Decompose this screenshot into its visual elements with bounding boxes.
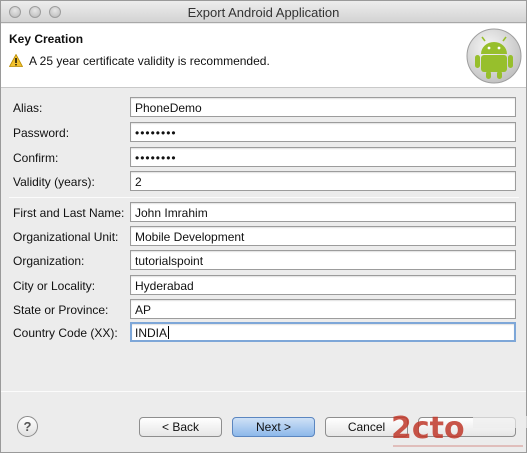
name-label: First and Last Name: xyxy=(13,206,125,220)
section-divider xyxy=(9,197,519,198)
organization-field[interactable]: tutorialspoint xyxy=(130,250,516,270)
android-logo xyxy=(466,28,522,84)
password-row: Password: •••••••• xyxy=(1,122,526,144)
state-label: State or Province: xyxy=(13,303,109,317)
title-bar: Export Android Application xyxy=(1,1,526,23)
confirm-row: Confirm: •••••••• xyxy=(1,147,526,169)
password-label: Password: xyxy=(13,126,70,140)
country-code-field[interactable]: INDIA xyxy=(130,322,516,342)
alias-field[interactable]: PhoneDemo xyxy=(130,97,516,117)
full-name-field[interactable]: John Imrahim xyxy=(130,202,516,222)
back-button[interactable]: < Back xyxy=(139,417,222,437)
header-message: A 25 year certificate validity is recomm… xyxy=(29,54,270,68)
watermark-logo: 2cto xyxy=(391,411,527,447)
confirm-password-field[interactable]: •••••••• xyxy=(130,147,516,167)
validity-label: Validity (years): xyxy=(13,175,95,189)
city-row: City or Locality: Hyderabad xyxy=(1,275,526,297)
confirm-label: Confirm: xyxy=(13,151,59,165)
city-label: City or Locality: xyxy=(13,279,96,293)
state-field[interactable]: AP xyxy=(130,299,516,319)
name-row: First and Last Name: John Imrahim xyxy=(1,202,526,224)
org-label: Organization: xyxy=(13,254,85,268)
alias-row: Alias: PhoneDemo xyxy=(1,97,526,119)
help-button[interactable]: ? xyxy=(17,416,38,437)
city-field[interactable]: Hyderabad xyxy=(130,275,516,295)
org-unit-field[interactable]: Mobile Development xyxy=(130,226,516,246)
button-bar-divider xyxy=(1,391,526,392)
alias-label: Alias: xyxy=(13,101,43,115)
country-label: Country Code (XX): xyxy=(13,326,118,340)
org-unit-row: Organizational Unit: Mobile Development xyxy=(1,226,526,248)
validity-row: Validity (years): 2 xyxy=(1,171,526,193)
header-banner: Key Creation A 25 year certificate valid… xyxy=(1,24,526,88)
country-row: Country Code (XX): INDIA xyxy=(1,322,526,344)
org-unit-label: Organizational Unit: xyxy=(13,230,119,244)
validity-field[interactable]: 2 xyxy=(130,171,516,191)
warning-icon xyxy=(9,54,23,67)
next-button[interactable]: Next > xyxy=(232,417,315,437)
export-dialog: Export Android Application Key Creation … xyxy=(0,0,527,453)
password-field[interactable]: •••••••• xyxy=(130,122,516,142)
window-title: Export Android Application xyxy=(187,5,340,20)
page-title: Key Creation xyxy=(9,32,84,46)
svg-text:2cto: 2cto xyxy=(391,411,465,446)
state-row: State or Province: AP xyxy=(1,299,526,321)
text-caret xyxy=(168,326,170,339)
country-code-value: INDIA xyxy=(135,326,168,340)
org-row: Organization: tutorialspoint xyxy=(1,250,526,272)
